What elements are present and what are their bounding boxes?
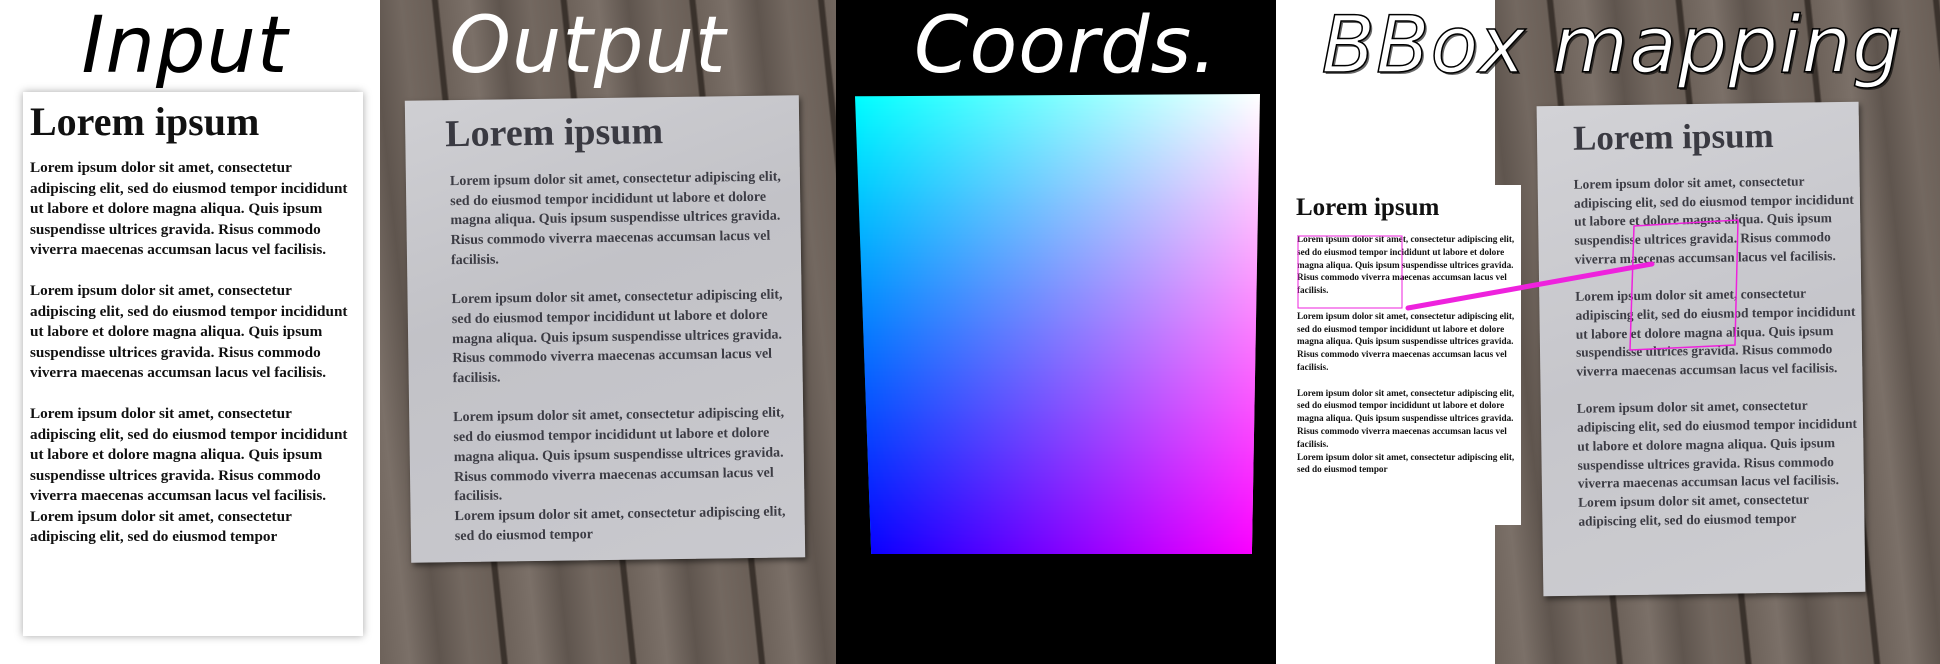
- source-bbox: [1297, 235, 1403, 309]
- target-bbox: [1629, 219, 1739, 351]
- mapping-line: [1405, 261, 1655, 311]
- bbox-mapping-overlay: [1297, 219, 1739, 351]
